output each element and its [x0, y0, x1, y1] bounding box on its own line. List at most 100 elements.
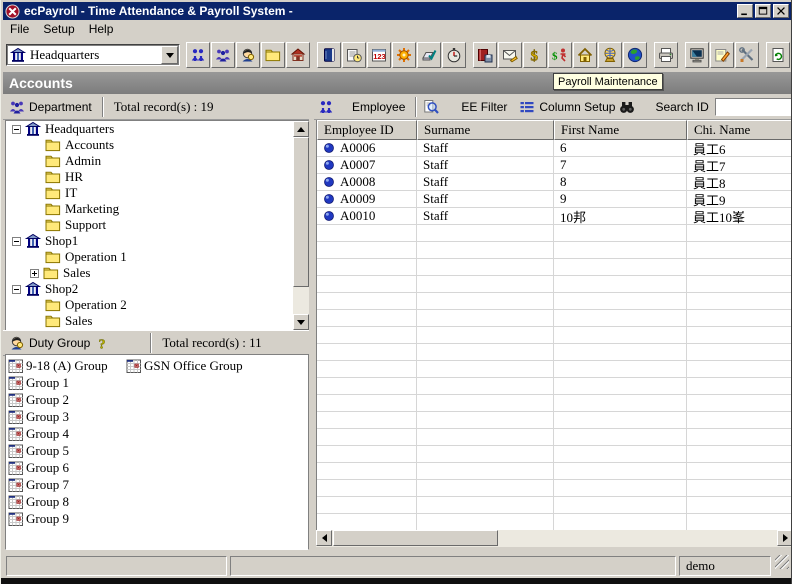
tree-item-hr[interactable]: HR — [6, 169, 293, 185]
duty-group-item[interactable]: Group 2 — [8, 391, 69, 408]
eraser-check-button[interactable] — [417, 42, 441, 68]
printer-button[interactable] — [654, 42, 678, 68]
contact-log-button[interactable] — [342, 42, 366, 68]
expand-icon[interactable] — [30, 269, 39, 278]
scroll-right-button[interactable] — [777, 530, 792, 546]
menu-setup[interactable]: Setup — [36, 20, 81, 38]
tree-item-it[interactable]: IT — [6, 185, 293, 201]
cell — [554, 344, 687, 361]
duty-group-item[interactable]: Group 6 — [8, 459, 69, 476]
svg-text:$: $ — [531, 49, 539, 64]
employee-bullet-icon — [323, 176, 335, 188]
duty-group-item[interactable]: Group 8 — [8, 493, 69, 510]
cell — [687, 293, 792, 310]
department-combobox[interactable]: Headquarters — [6, 44, 180, 66]
scroll-left-button[interactable] — [316, 530, 332, 546]
tree-item-headquarters[interactable]: Headquarters — [6, 121, 293, 137]
collapse-icon[interactable] — [12, 285, 21, 294]
tree-item-marketing[interactable]: Marketing — [6, 201, 293, 217]
tree-item-support[interactable]: Support — [6, 217, 293, 233]
column-header-first-name[interactable]: First Name — [554, 120, 687, 140]
tree-item-sales[interactable]: Sales — [6, 313, 293, 329]
duty-group-item[interactable]: Group 1 — [8, 374, 69, 391]
resize-grip[interactable] — [775, 555, 789, 569]
search-binoculars-icon[interactable] — [619, 99, 635, 115]
folder-icon — [45, 185, 61, 201]
world-button[interactable] — [623, 42, 647, 68]
column-header-surname[interactable]: Surname — [417, 120, 554, 140]
home-button[interactable] — [573, 42, 597, 68]
help-question-icon[interactable]: ? — [94, 335, 110, 351]
process-button[interactable] — [392, 42, 416, 68]
notebook-button[interactable] — [317, 42, 341, 68]
book-save-button[interactable] — [473, 42, 497, 68]
table-row-a0008[interactable]: A0008Staff8員工8 — [317, 174, 792, 191]
scroll-thumb[interactable] — [293, 137, 309, 287]
svg-text:?: ? — [99, 338, 106, 352]
document-refresh-button[interactable] — [766, 42, 790, 68]
duty-group-item[interactable]: Group 3 — [8, 408, 69, 425]
folder-open-button[interactable] — [261, 42, 285, 68]
duty-group-item[interactable]: Group 9 — [8, 510, 69, 527]
duty-group-item[interactable]: 9-18 (A) Group — [8, 357, 108, 374]
menu-file[interactable]: File — [3, 20, 36, 38]
column-header-employee-id[interactable]: Employee ID — [317, 120, 417, 140]
column-setup-icon[interactable] — [519, 99, 535, 115]
column-header-chi-name[interactable]: Chi. Name — [687, 120, 792, 140]
collapse-icon[interactable] — [12, 237, 21, 246]
column-setup-button[interactable]: Column Setup — [535, 100, 619, 114]
ee-filter-icon[interactable] — [423, 99, 439, 115]
scroll-up-button[interactable] — [293, 121, 309, 137]
employee-bullet-icon — [323, 159, 335, 171]
tree-item-sales[interactable]: Sales — [6, 265, 293, 281]
duty-group-item[interactable]: Group 7 — [8, 476, 69, 493]
cell — [417, 378, 554, 395]
eraser-check-icon — [421, 47, 437, 63]
table-row-a0009[interactable]: A0009Staff9員工9 — [317, 191, 792, 208]
menu-help[interactable]: Help — [82, 20, 121, 38]
minimize-button[interactable] — [737, 4, 753, 18]
folder-icon — [45, 217, 61, 233]
scroll-thumb[interactable] — [333, 530, 498, 546]
tree-item-admin[interactable]: Admin — [6, 153, 293, 169]
user-button[interactable] — [236, 42, 260, 68]
stopwatch-button[interactable] — [442, 42, 466, 68]
cell: A0008 — [317, 174, 417, 191]
duty-group-item[interactable]: Group 5 — [8, 442, 69, 459]
close-button[interactable] — [773, 4, 789, 18]
duty-group-item[interactable]: GSN Office Group — [126, 357, 243, 374]
tree-item-shop2[interactable]: Shop2 — [6, 281, 293, 297]
calendar-numbers-button[interactable]: 123 — [367, 42, 391, 68]
ee-filter-button[interactable]: EE Filter — [457, 100, 511, 114]
monitor-button[interactable] — [685, 42, 709, 68]
table-row-a0006[interactable]: A0006Staff6員工6 — [317, 140, 792, 157]
memo-pencil-button[interactable] — [710, 42, 734, 68]
tree-item-shop1[interactable]: Shop1 — [6, 233, 293, 249]
maximize-button[interactable] — [755, 4, 771, 18]
cell — [554, 480, 687, 497]
tree-item-accounts[interactable]: Accounts — [6, 137, 293, 153]
table-row-a0007[interactable]: A0007Staff7員工7 — [317, 157, 792, 174]
scroll-down-button[interactable] — [293, 314, 309, 330]
cell — [417, 446, 554, 463]
globe-button[interactable] — [598, 42, 622, 68]
departments-button[interactable] — [211, 42, 235, 68]
search-id-input[interactable] — [715, 98, 791, 116]
table-row-a0010[interactable]: A0010Staff10邦員工10峯 — [317, 208, 792, 225]
cell: 8 — [554, 174, 687, 191]
duty-group-item[interactable]: Group 4 — [8, 425, 69, 442]
tree-item-operation-2[interactable]: Operation 2 — [6, 297, 293, 313]
tree-vertical-scrollbar[interactable] — [293, 121, 309, 330]
collapse-icon[interactable] — [12, 125, 21, 134]
tools-button[interactable] — [735, 42, 759, 68]
combobox-dropdown-button[interactable] — [161, 46, 178, 64]
company-button[interactable] — [286, 42, 310, 68]
payroll-dollar-button[interactable]: $ — [523, 42, 547, 68]
table-horizontal-scrollbar[interactable] — [316, 530, 792, 547]
tree-item-operation-1[interactable]: Operation 1 — [6, 249, 293, 265]
expense-runner-button[interactable]: $ — [548, 42, 572, 68]
cell — [554, 276, 687, 293]
duty-group-row: Group 9 — [6, 510, 308, 527]
employees-button[interactable] — [186, 42, 210, 68]
mail-button[interactable] — [498, 42, 522, 68]
